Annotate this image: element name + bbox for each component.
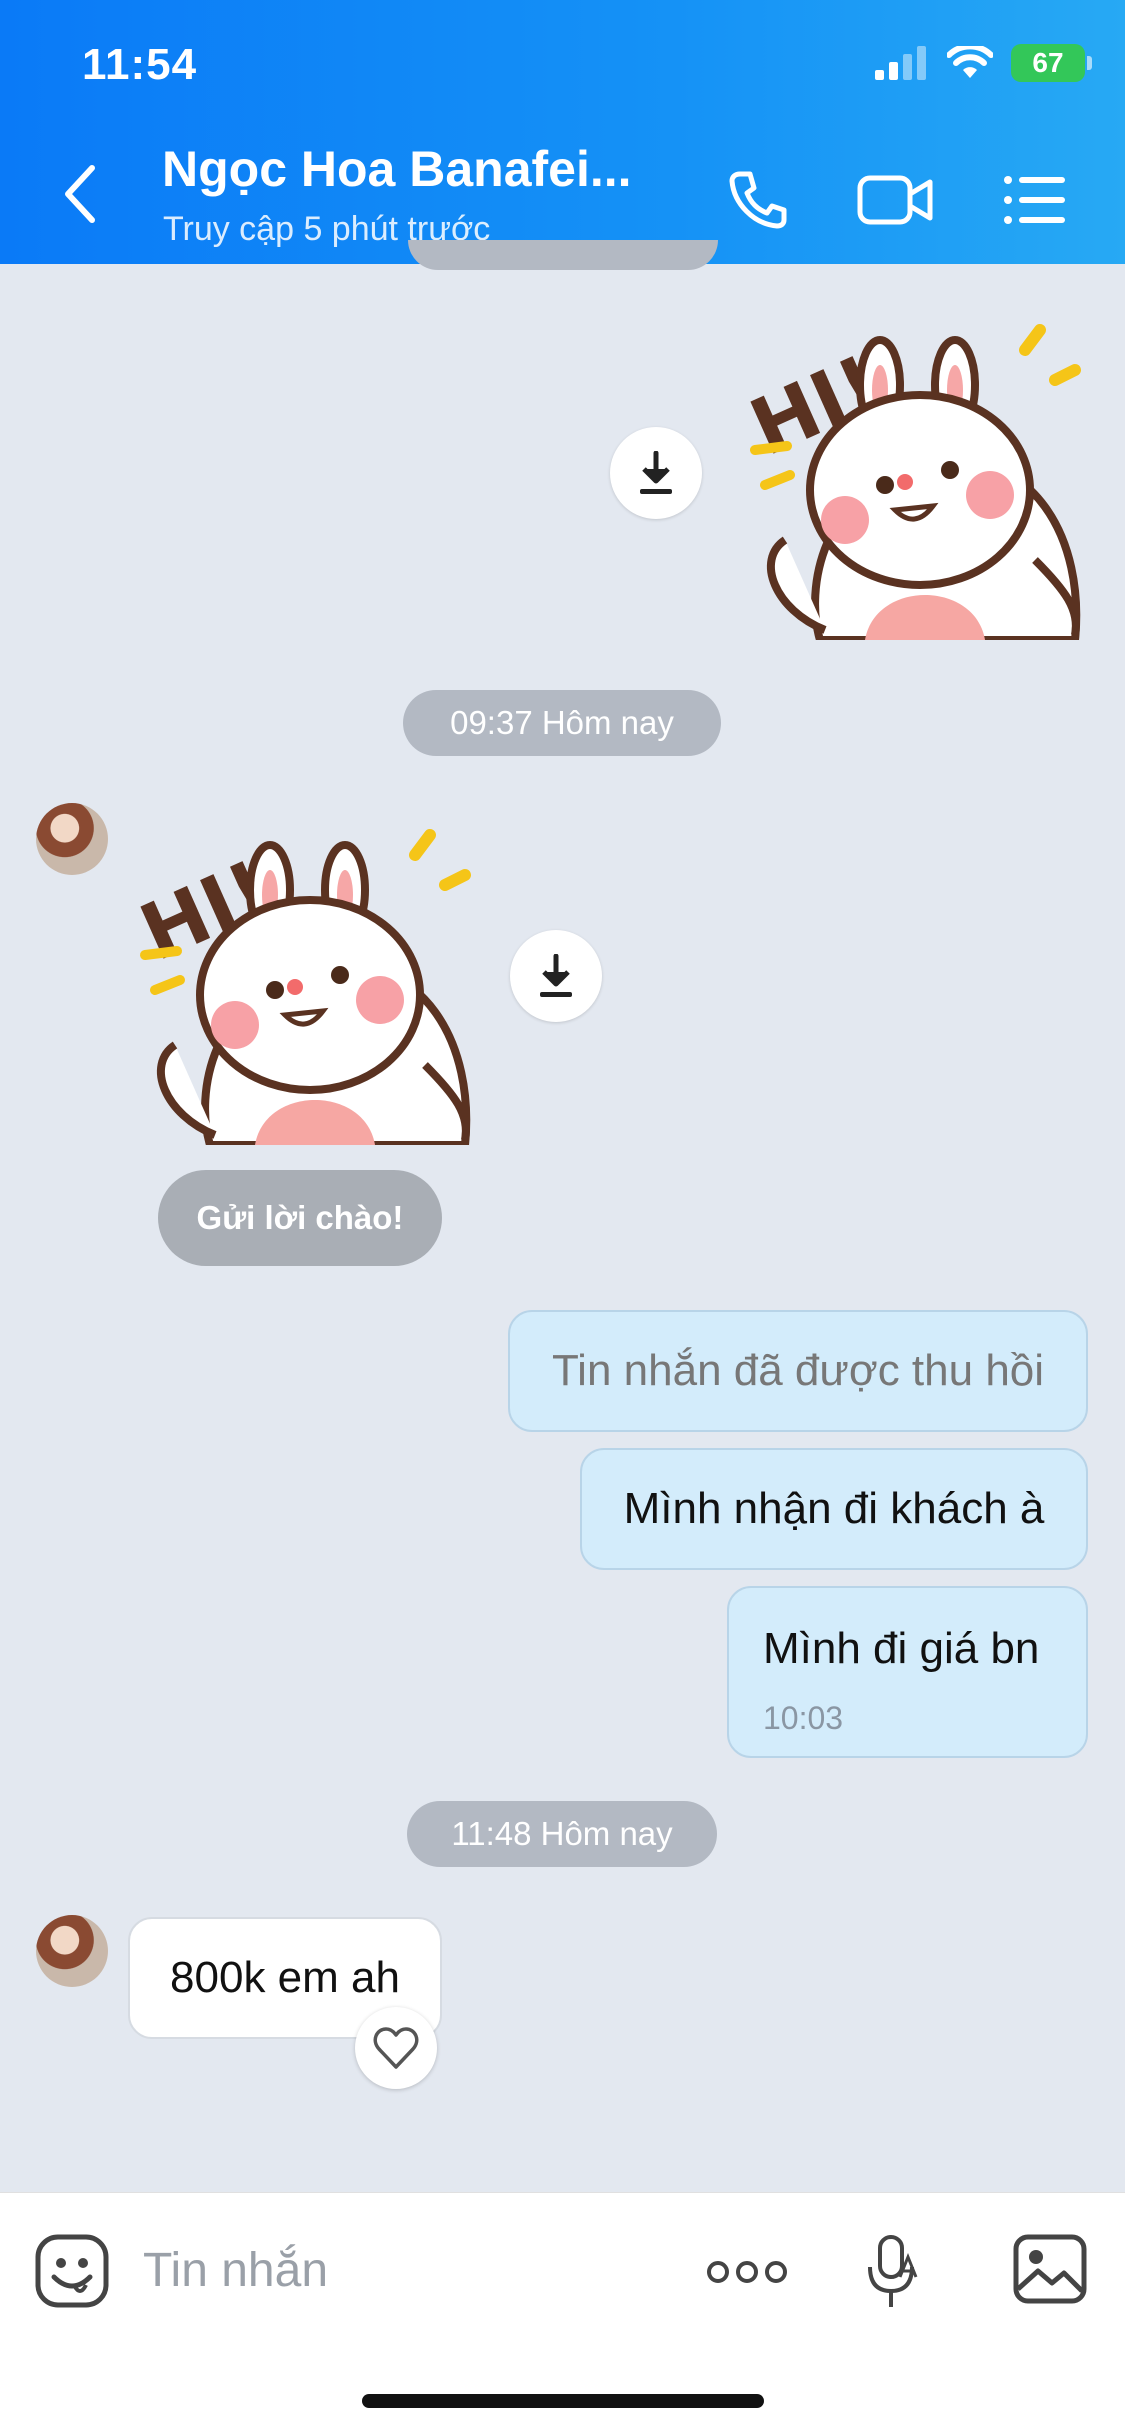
voice-call-button[interactable] <box>718 160 798 240</box>
message-text: Mình đi giá bn <box>763 1624 1040 1673</box>
status-icons: 67 <box>873 44 1092 82</box>
gallery-button[interactable] <box>1012 2233 1088 2305</box>
menu-button[interactable] <box>995 160 1075 240</box>
message-bubble-outgoing[interactable]: Mình nhận đi khách à <box>580 1448 1088 1570</box>
sticker-button[interactable] <box>34 2233 110 2309</box>
time-divider: 11:48 Hôm nay <box>407 1801 717 1867</box>
recalled-message[interactable]: Tin nhắn đã được thu hồi <box>508 1310 1088 1432</box>
more-horizontal-icon <box>707 2261 787 2283</box>
download-sticker-button[interactable] <box>610 427 702 519</box>
signal-icon <box>875 46 926 80</box>
battery-level: 67 <box>1032 47 1064 78</box>
video-camera-icon <box>857 175 933 225</box>
sticker-hi-outgoing[interactable]: HI! <box>735 310 1095 645</box>
time-divider: 09:37 Hôm nay <box>403 690 721 756</box>
contact-avatar[interactable] <box>36 803 108 875</box>
download-icon <box>540 954 572 997</box>
message-bubble-outgoing[interactable]: Mình đi giá bn 10:03 <box>727 1586 1088 1758</box>
phone-icon <box>729 171 787 229</box>
status-time: 11:54 <box>82 40 198 89</box>
back-button[interactable] <box>60 164 120 234</box>
download-icon <box>640 451 672 494</box>
message-time: 10:03 <box>763 1700 844 1736</box>
emoji-icon <box>35 2234 109 2308</box>
heart-icon <box>373 2027 419 2069</box>
wifi-icon <box>947 46 993 78</box>
image-icon <box>1013 2234 1087 2304</box>
time-divider-partial <box>408 240 718 270</box>
contact-avatar[interactable] <box>36 1915 108 1987</box>
battery-indicator: 67 <box>1011 44 1092 82</box>
react-button[interactable] <box>355 2007 437 2089</box>
send-greeting-button[interactable]: Gửi lời chào! <box>158 1170 442 1266</box>
home-indicator <box>362 2394 764 2408</box>
list-icon <box>1004 176 1065 224</box>
more-options-button[interactable] <box>706 2257 788 2297</box>
sticker-hi-incoming[interactable]: HI! <box>125 815 485 1150</box>
message-input[interactable]: Tin nhắn <box>143 2243 328 2298</box>
voice-input-button[interactable] <box>866 2233 920 2313</box>
contact-name[interactable]: Ngọc Hoa Banafei... <box>162 140 632 198</box>
microphone-icon <box>868 2235 918 2307</box>
chat-header: 11:54 67 Ngọc Hoa Banafei... Truy cập 5 … <box>0 0 1125 264</box>
download-sticker-button[interactable] <box>510 930 602 1022</box>
video-call-button[interactable] <box>855 160 935 240</box>
chevron-left-icon <box>65 165 95 223</box>
